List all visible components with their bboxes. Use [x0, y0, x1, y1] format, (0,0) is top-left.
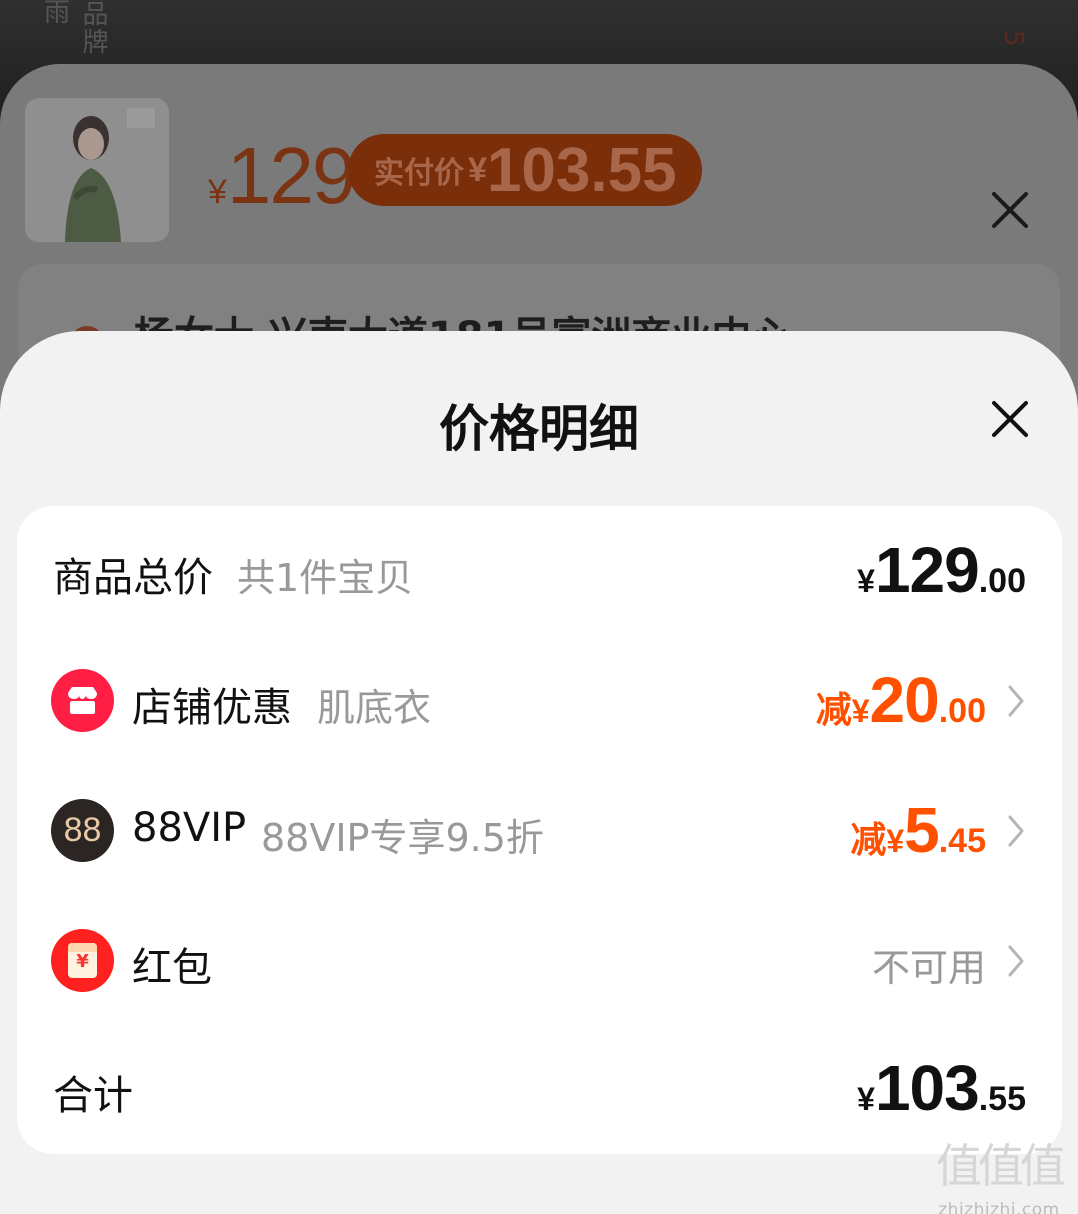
red-packet-label: 红包: [132, 945, 212, 991]
shop-discount-sub: 肌底衣: [317, 686, 432, 730]
watermark-domain: zhizhizhi.com: [938, 1200, 1060, 1214]
chevron-right-icon[interactable]: [1004, 811, 1028, 851]
sum-amount: ¥103.55: [857, 1052, 1026, 1124]
88vip-sub: 88VIP专享9.5折: [261, 816, 544, 860]
88vip-icon: 88: [51, 799, 114, 862]
red-packet-icon: ¥: [51, 929, 114, 992]
chevron-right-icon[interactable]: [1004, 681, 1028, 721]
product-thumbnail: [25, 98, 169, 242]
item-count: 共1件宝贝: [237, 556, 414, 600]
price-detail-sheet: 价格明细 商品总价 共1件宝贝 ¥129.00 店铺优惠 肌底衣 减¥20.00: [0, 331, 1078, 1214]
chevron-right-icon[interactable]: [1004, 941, 1028, 981]
row-shop-discount[interactable]: 店铺优惠 肌底衣 减¥20.00: [17, 651, 1062, 751]
watermark-logo: 值值值: [936, 1139, 1066, 1193]
watermark: 值值值 zhizhizhi.com: [925, 1130, 1073, 1214]
paid-price-badge: 实付价 ¥ 103.55: [348, 134, 702, 206]
sheet-title: 价格明细: [439, 400, 639, 458]
total-price-amount: ¥129.00: [857, 534, 1026, 606]
close-icon[interactable]: [988, 188, 1032, 232]
product-price: ¥129: [208, 131, 356, 220]
total-price-label: 商品总价: [53, 555, 213, 601]
shop-discount-label: 店铺优惠: [132, 685, 292, 731]
background-vertical-text: 品牌: [78, 0, 108, 56]
row-total-sum: 合计 ¥103.55: [17, 1039, 1062, 1139]
background-text: 雨: [44, 0, 71, 28]
sum-label: 合计: [53, 1073, 133, 1119]
88vip-discount-amount: 减¥5.45: [850, 794, 986, 866]
shop-icon: [51, 669, 114, 732]
88vip-label: 88VIP: [132, 805, 247, 851]
shop-discount-amount: 减¥20.00: [815, 664, 986, 736]
background-vertical-text-right: 5: [998, 30, 1028, 49]
row-red-packet[interactable]: ¥ 红包 不可用: [17, 911, 1062, 1011]
red-packet-status: 不可用: [871, 946, 986, 990]
close-icon[interactable]: [988, 397, 1032, 441]
row-88vip-discount[interactable]: 88 88VIP 88VIP专享9.5折 减¥5.45: [17, 781, 1062, 881]
row-total-price: 商品总价 共1件宝贝 ¥129.00: [17, 521, 1062, 621]
price-detail-card: 商品总价 共1件宝贝 ¥129.00 店铺优惠 肌底衣 减¥20.00 88 8…: [17, 506, 1062, 1154]
